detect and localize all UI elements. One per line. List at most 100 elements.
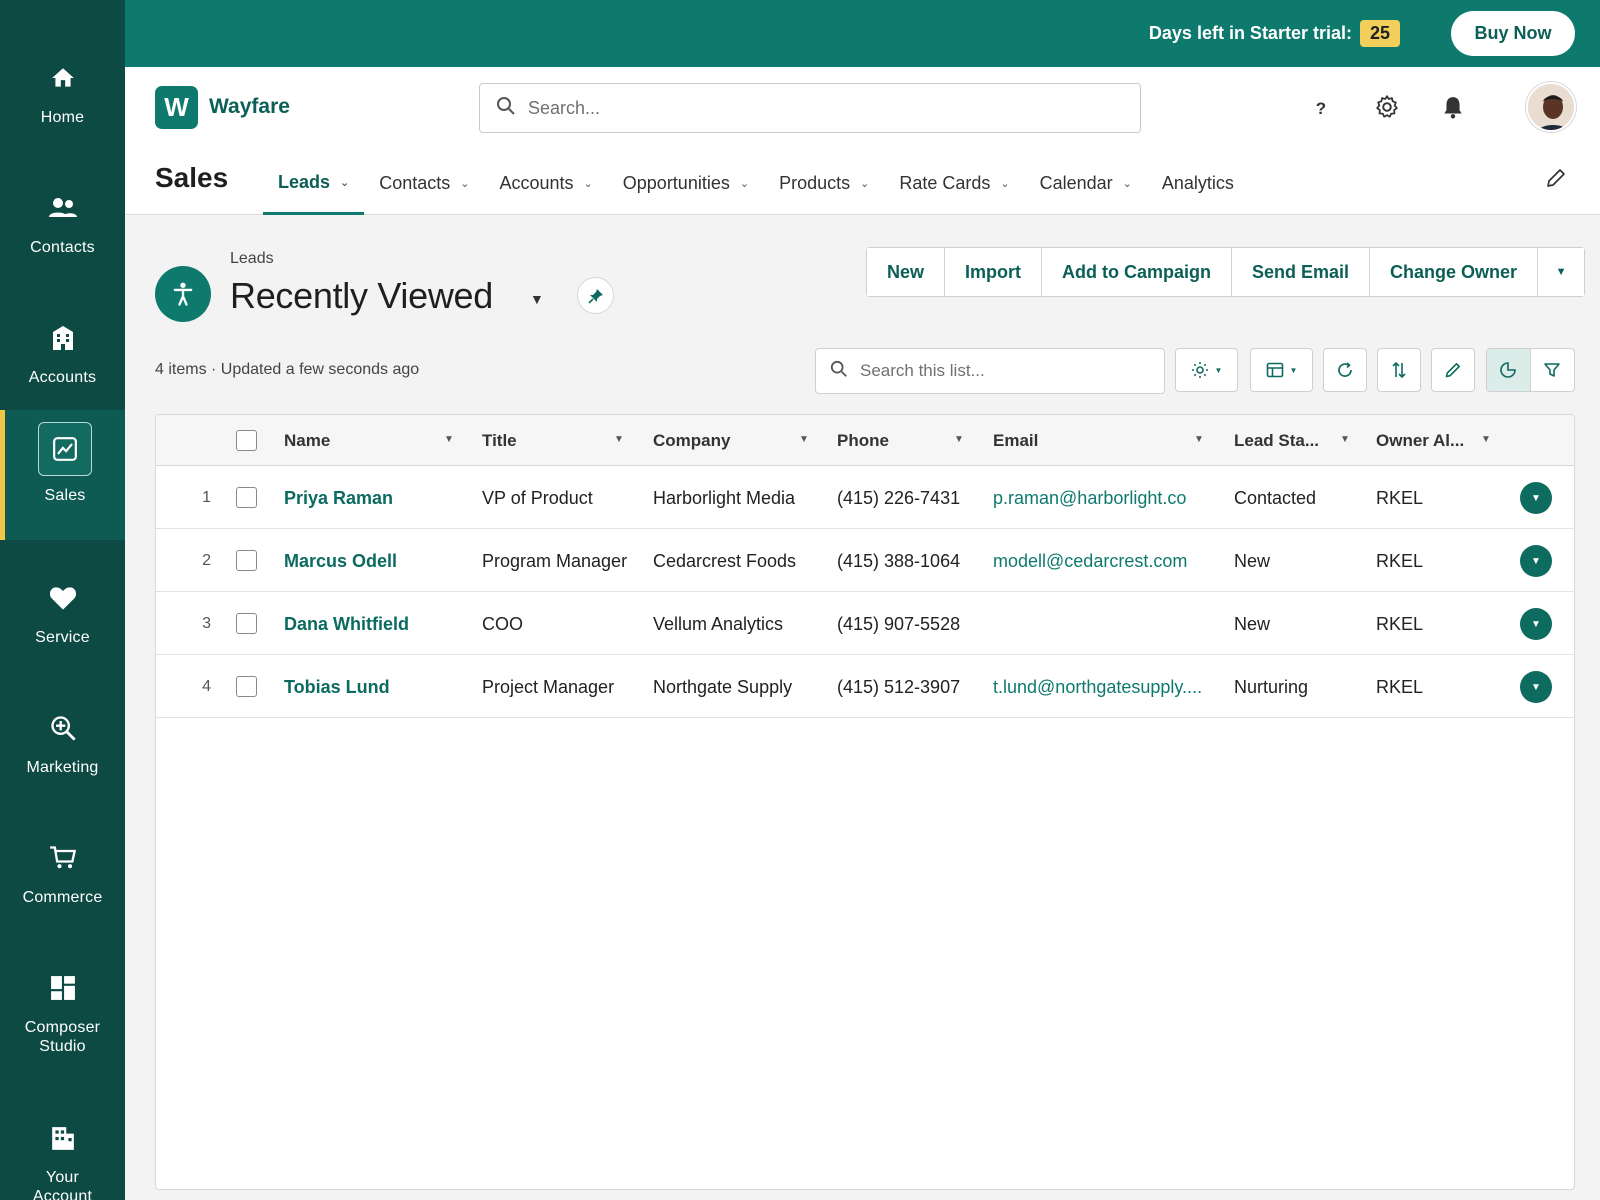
avatar[interactable] (1526, 82, 1576, 132)
tab-products[interactable]: Products ⌄ (764, 152, 884, 215)
email-link[interactable]: modell@cedarcrest.com (993, 530, 1187, 592)
sidebar-item-commerce[interactable]: Commerce (0, 820, 125, 950)
list-item-count: 4 items · Updated a few seconds ago (155, 361, 420, 378)
buy-now-button[interactable]: Buy Now (1451, 11, 1575, 56)
row-actions-button[interactable]: ▼ (1520, 482, 1552, 514)
chevron-down-icon[interactable]: ⌄ (740, 177, 749, 190)
lead-name-link[interactable]: Priya Raman (284, 467, 393, 529)
sidebar-item-sales[interactable]: Sales (0, 410, 125, 540)
chevron-down-icon[interactable]: ⌄ (584, 177, 593, 190)
sidebar-item-home[interactable]: Home (0, 40, 125, 170)
chevron-down-icon[interactable]: ⌄ (340, 176, 349, 189)
tab-rate-cards[interactable]: Rate Cards ⌄ (884, 152, 1024, 215)
column-header-lead-status[interactable]: Lead Sta... (1234, 415, 1319, 466)
lead-name-link[interactable]: Dana Whitfield (284, 593, 409, 655)
inline-edit-button[interactable] (1431, 348, 1475, 392)
cell-company: Northgate Supply (653, 676, 793, 697)
display-as-button[interactable]: ▼ (1250, 348, 1313, 392)
row-checkbox[interactable] (236, 613, 257, 634)
tab-opportunities[interactable]: Opportunities ⌄ (608, 152, 764, 215)
caret-down-icon[interactable]: ▼ (1481, 434, 1491, 445)
edit-nav-button[interactable] (1542, 166, 1570, 194)
tab-leads[interactable]: Leads ⌄ (263, 152, 365, 215)
row-actions-button[interactable]: ▼ (1520, 608, 1552, 640)
import-button[interactable]: Import (945, 248, 1043, 296)
caret-down-icon[interactable]: ▼ (799, 434, 809, 445)
chevron-down-icon[interactable]: ⌄ (1000, 177, 1009, 190)
trial-text: Days left in Starter trial: (1148, 23, 1352, 43)
column-label: Phone (837, 430, 889, 450)
global-search[interactable] (479, 83, 1141, 133)
new-button[interactable]: New (867, 248, 946, 296)
list-object-icon (155, 266, 211, 322)
caret-down-icon[interactable]: ▼ (1194, 434, 1204, 445)
caret-down-icon[interactable]: ▼ (1340, 434, 1350, 445)
email-link[interactable]: p.raman@harborlight.co (993, 467, 1186, 529)
sidebar-item-your-account[interactable]: Your Account (0, 1100, 125, 1200)
chevron-down-icon[interactable]: ⌄ (1123, 177, 1132, 190)
list-search-input[interactable] (860, 361, 1160, 381)
search-input[interactable] (528, 97, 1128, 119)
sidebar-item-composer-studio[interactable]: Composer Studio (0, 950, 125, 1080)
column-header-company[interactable]: Company (653, 415, 730, 466)
column-label: Lead Sta... (1234, 430, 1320, 450)
sidebar-item-label: Composer Studio (24, 1019, 101, 1055)
column-header-owner-alias[interactable]: Owner Al... (1376, 415, 1464, 466)
sidebar-item-service[interactable]: Service (0, 560, 125, 690)
filter-button[interactable] (1531, 349, 1575, 391)
pin-list-button[interactable] (577, 277, 614, 314)
row-checkbox[interactable] (236, 487, 257, 508)
list-view-title[interactable]: Recently Viewed (230, 275, 493, 317)
tab-contacts[interactable]: Contacts ⌄ (364, 152, 484, 215)
chevron-down-icon[interactable]: ⌄ (460, 177, 469, 190)
heart-icon (47, 582, 79, 614)
row-checkbox[interactable] (236, 676, 257, 697)
column-header-phone[interactable]: Phone (837, 415, 889, 466)
person-icon (173, 282, 193, 306)
tab-accounts[interactable]: Accounts ⌄ (485, 152, 608, 215)
caret-down-icon[interactable]: ▼ (954, 434, 964, 445)
row-actions-button[interactable]: ▼ (1520, 671, 1552, 703)
caret-down-icon[interactable]: ▼ (444, 434, 454, 445)
sidebar-item-label: Sales (44, 487, 86, 504)
add-to-campaign-button[interactable]: Add to Campaign (1042, 248, 1233, 296)
select-all-checkbox[interactable] (236, 430, 257, 451)
change-owner-button[interactable]: Change Owner (1370, 248, 1539, 296)
email-link[interactable]: t.lund@northgatesupply.... (993, 656, 1202, 718)
refresh-button[interactable] (1323, 348, 1367, 392)
sidebar-item-marketing[interactable]: Marketing (0, 690, 125, 820)
settings-button[interactable] (1371, 93, 1403, 125)
lead-name-link[interactable]: Marcus Odell (284, 530, 397, 592)
wayfare-logo[interactable]: W (155, 86, 198, 129)
refresh-icon (1338, 362, 1352, 377)
column-header-title[interactable]: Title (482, 415, 517, 466)
help-button[interactable]: ? (1305, 93, 1337, 125)
breadcrumb: Leads (230, 250, 274, 267)
list-search[interactable] (815, 348, 1165, 394)
more-actions-button[interactable]: ▼ (1538, 248, 1585, 296)
chart-button[interactable] (1487, 349, 1531, 391)
column-header-email[interactable]: Email (993, 415, 1038, 466)
cell-title: Program Manager (482, 550, 628, 571)
notifications-button[interactable] (1437, 93, 1469, 125)
tab-calendar[interactable]: Calendar ⌄ (1025, 152, 1147, 215)
bell-icon (1442, 95, 1464, 124)
sidebar: Home Contacts Accounts Sales Service Mar… (0, 0, 125, 1200)
caret-down-icon[interactable]: ▼ (614, 434, 624, 445)
sort-button[interactable] (1377, 348, 1421, 392)
column-label: Owner Al... (1376, 430, 1465, 450)
row-checkbox[interactable] (236, 550, 257, 571)
column-header-name[interactable]: Name (284, 415, 330, 466)
send-email-button[interactable]: Send Email (1232, 248, 1371, 296)
tab-analytics[interactable]: Analytics (1147, 152, 1249, 215)
sidebar-item-label: Your Account (32, 1169, 93, 1200)
cell-title: COO (482, 613, 524, 634)
sidebar-item-contacts[interactable]: Contacts (0, 170, 125, 300)
cart-icon (47, 842, 79, 874)
lead-name-link[interactable]: Tobias Lund (284, 656, 390, 718)
chevron-down-icon[interactable]: ⌄ (860, 177, 869, 190)
tab-label: Opportunities (622, 173, 730, 193)
list-settings-button[interactable]: ▼ (1175, 348, 1238, 392)
row-actions-button[interactable]: ▼ (1520, 545, 1552, 577)
caret-down-icon[interactable]: ▼ (530, 291, 544, 307)
